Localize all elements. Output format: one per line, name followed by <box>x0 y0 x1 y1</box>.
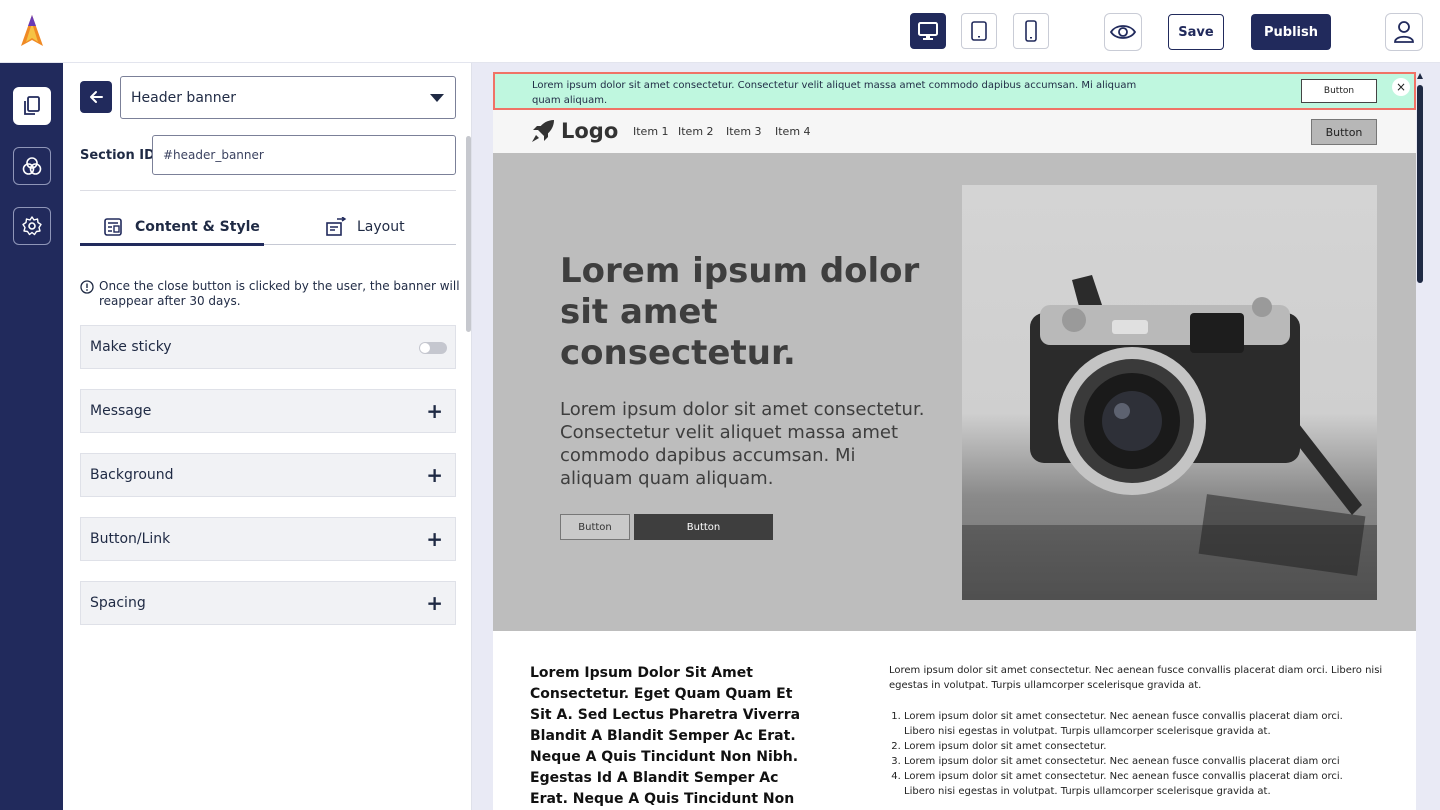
pages-icon <box>24 96 40 115</box>
nav-item-4[interactable]: Item 4 <box>775 125 811 138</box>
section-select[interactable]: Header banner <box>120 76 456 119</box>
top-bar: Save Publish <box>0 0 1440 63</box>
plus-icon: + <box>426 399 443 423</box>
nav-item-1[interactable]: Item 1 <box>633 125 669 138</box>
hero-subheading: Lorem ipsum dolor sit amet consectetur. … <box>560 399 925 489</box>
content-left-text: Lorem Ipsum Dolor Sit Amet Consectetur. … <box>530 665 801 807</box>
info-icon <box>80 280 94 294</box>
hero-heading: Lorem ipsum dolor sit amet consectetur. <box>560 251 920 373</box>
accordion-message[interactable]: Message + <box>80 389 456 433</box>
side-rail <box>0 63 63 810</box>
publish-button[interactable]: Publish <box>1251 14 1331 50</box>
preview-button[interactable] <box>1104 13 1142 51</box>
accordion-label: Message <box>90 403 152 419</box>
hero-camera-image <box>962 185 1377 600</box>
mobile-icon <box>1025 20 1037 42</box>
nav-item-2[interactable]: Item 2 <box>678 125 714 138</box>
tablet-view-button[interactable] <box>961 13 997 49</box>
close-icon[interactable]: × <box>1392 78 1410 96</box>
header-banner[interactable]: Lorem ipsum dolor sit amet consectetur. … <box>493 72 1416 110</box>
content-list: Lorem ipsum dolor sit amet consectetur. … <box>889 709 1369 799</box>
content-right-text: Lorem ipsum dolor sit amet consectetur. … <box>889 665 1383 691</box>
accordion-label: Spacing <box>90 595 146 611</box>
hero-section: Lorem ipsum dolor sit amet consectetur. … <box>493 153 1416 631</box>
chevron-down-icon <box>430 94 444 102</box>
panel-scrollbar[interactable] <box>466 136 471 332</box>
tab-layout[interactable]: Layout <box>325 208 405 246</box>
accordion-button-link[interactable]: Button/Link + <box>80 517 456 561</box>
tab-content-style[interactable]: Content & Style <box>103 208 260 246</box>
section-id-input[interactable] <box>152 135 456 175</box>
make-sticky-label: Make sticky <box>90 339 172 355</box>
theme-rail-button[interactable] <box>13 147 51 185</box>
settings-panel: Header banner Section ID Content & Style… <box>63 63 472 810</box>
preview-canvas: Lorem ipsum dolor sit amet consectetur. … <box>472 63 1440 810</box>
plus-icon: + <box>426 591 443 615</box>
arrow-left-icon <box>90 91 103 103</box>
divider <box>80 190 456 191</box>
make-sticky-row: Make sticky <box>80 325 456 369</box>
settings-rail-button[interactable] <box>13 207 51 245</box>
banner-button[interactable]: Button <box>1301 79 1377 103</box>
account-button[interactable] <box>1385 13 1423 51</box>
list-item: Lorem ipsum dolor sit amet consectetur. … <box>904 709 1369 739</box>
accordion-label: Background <box>90 467 174 483</box>
app-logo-icon <box>21 15 43 46</box>
list-item: Lorem ipsum dolor sit amet consectetur. … <box>904 769 1369 799</box>
camera-image <box>962 275 1377 600</box>
accordion-label: Button/Link <box>90 531 171 547</box>
hero-secondary-button[interactable]: Button <box>560 514 630 540</box>
site-logo[interactable]: Logo <box>530 118 618 144</box>
tab-label: Layout <box>357 219 405 235</box>
site-preview: Lorem ipsum dolor sit amet consectetur. … <box>493 72 1416 810</box>
toggle-knob <box>420 343 430 353</box>
section-id-label: Section ID <box>80 148 155 163</box>
tablet-icon <box>971 21 987 41</box>
list-item: Lorem ipsum dolor sit amet consectetur. <box>904 739 1369 754</box>
info-note: Once the close button is clicked by the … <box>80 279 460 309</box>
save-button[interactable]: Save <box>1168 14 1224 50</box>
site-navbar: Logo Item 1 Item 2 Item 3 Item 4 Button <box>493 110 1416 153</box>
section-select-value: Header banner <box>131 89 237 106</box>
tab-active-indicator <box>80 243 264 246</box>
scrollbar-thumb[interactable] <box>1417 85 1423 283</box>
accordion-background[interactable]: Background + <box>80 453 456 497</box>
plus-icon: + <box>426 463 443 487</box>
nav-item-3[interactable]: Item 3 <box>726 125 762 138</box>
hero-primary-button[interactable]: Button <box>634 514 773 540</box>
eye-icon <box>1110 25 1136 39</box>
desktop-view-button[interactable] <box>910 13 946 49</box>
settings-icon <box>22 216 42 236</box>
pages-rail-button[interactable] <box>13 87 51 125</box>
content-style-icon <box>104 218 122 236</box>
preview-scrollbar[interactable] <box>1417 71 1423 810</box>
plus-icon: + <box>426 527 443 551</box>
accordion-spacing[interactable]: Spacing + <box>80 581 456 625</box>
info-text: Once the close button is clicked by the … <box>99 279 460 308</box>
banner-message: Lorem ipsum dolor sit amet consectetur. … <box>532 80 1137 106</box>
tab-label: Content & Style <box>135 219 260 235</box>
make-sticky-toggle[interactable] <box>419 342 447 354</box>
rocket-icon <box>532 120 554 142</box>
logo-text: Logo <box>561 119 619 143</box>
user-icon <box>1394 21 1414 43</box>
list-item: Lorem ipsum dolor sit amet consectetur. … <box>904 754 1369 769</box>
back-button[interactable] <box>80 81 112 113</box>
theme-icon <box>22 157 42 175</box>
nav-button[interactable]: Button <box>1311 119 1377 145</box>
layout-icon <box>326 217 347 236</box>
mobile-view-button[interactable] <box>1013 13 1049 49</box>
desktop-icon <box>918 22 938 40</box>
scroll-up-icon[interactable] <box>1417 73 1423 79</box>
